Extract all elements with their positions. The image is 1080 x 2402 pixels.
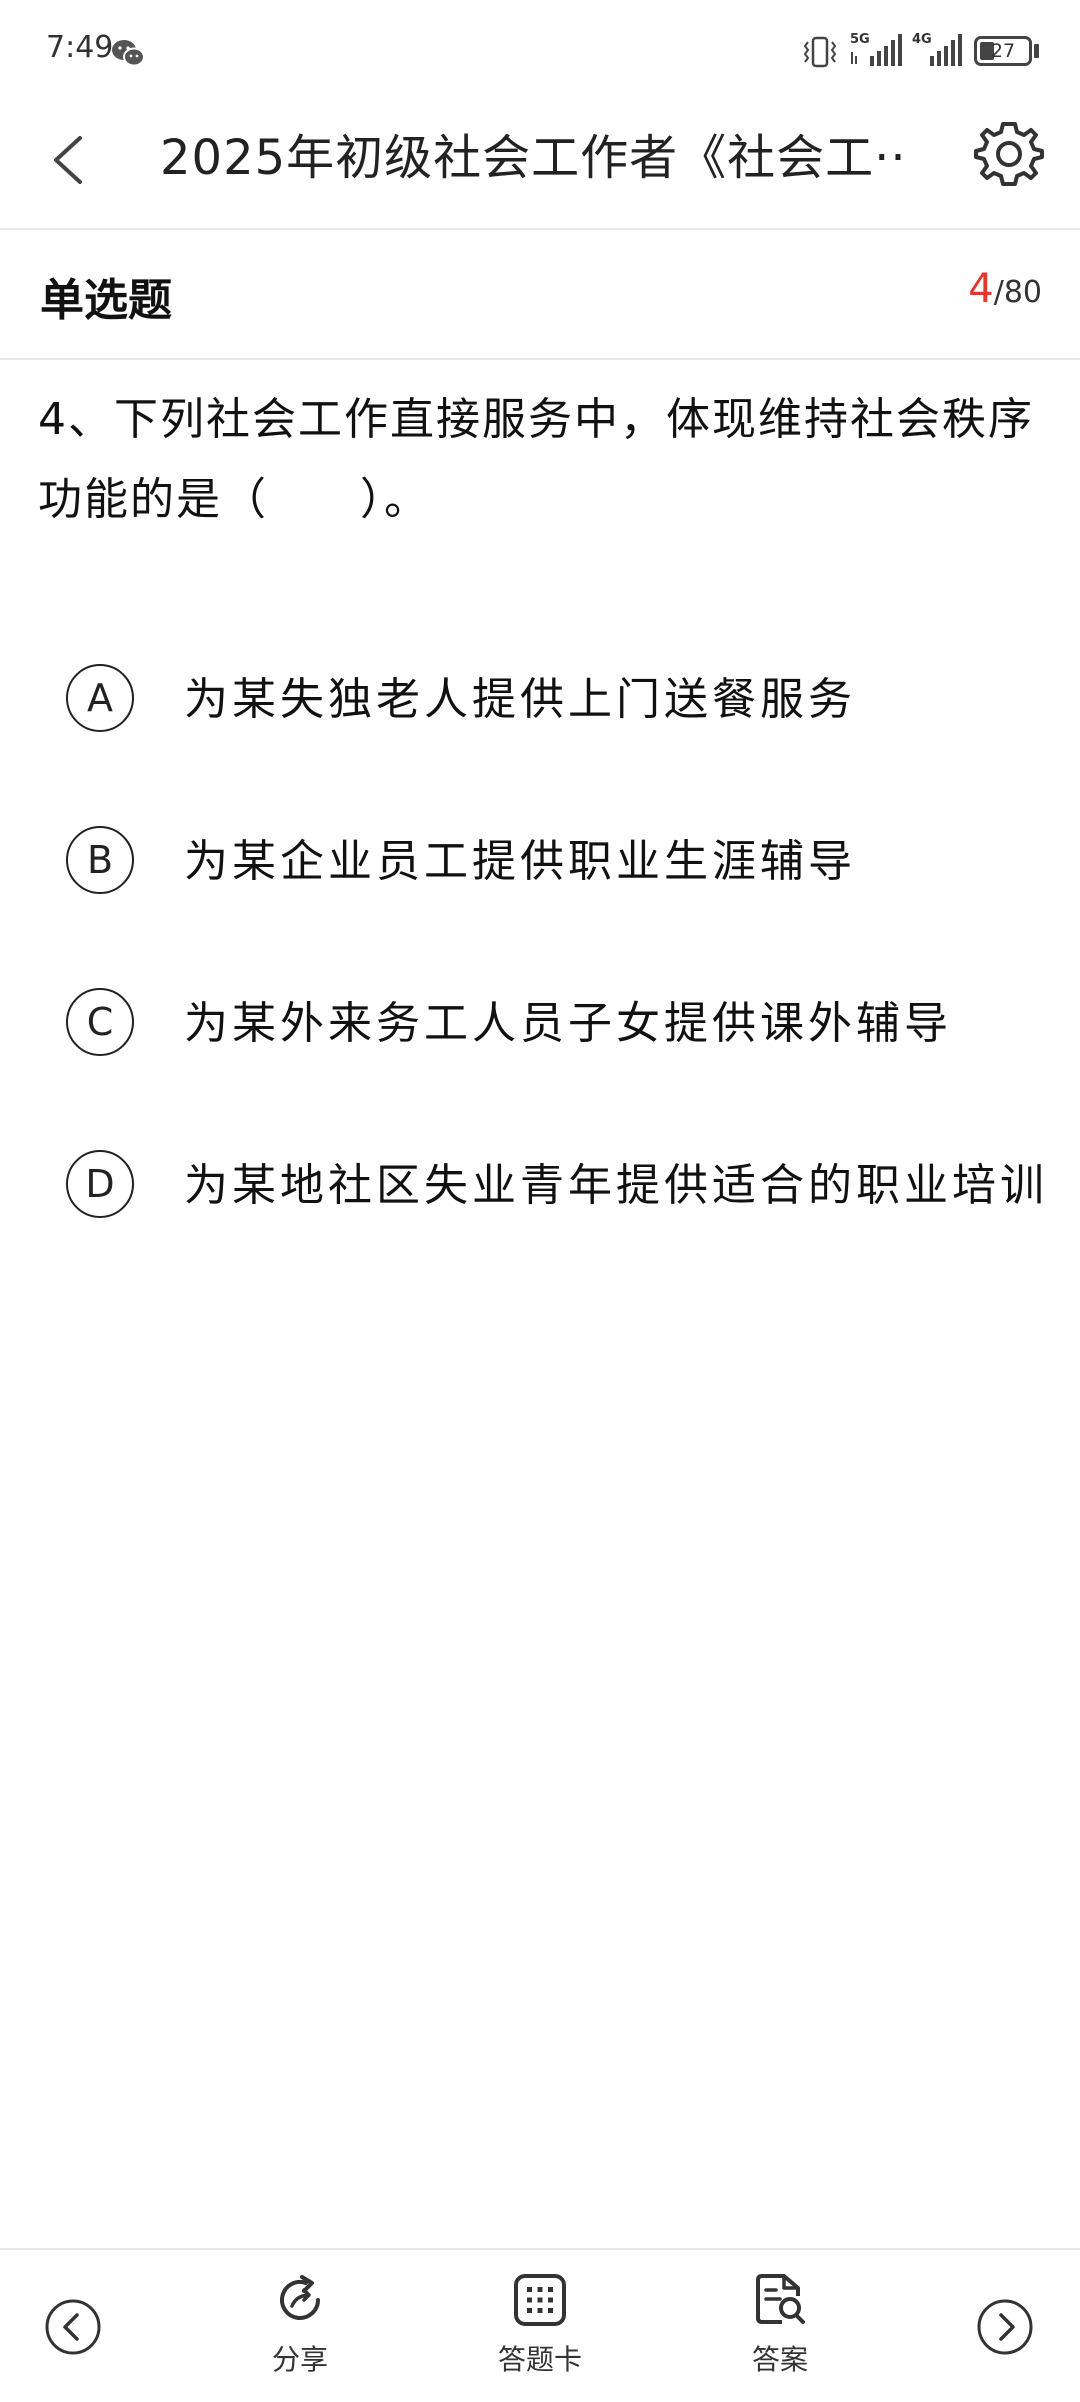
- wechat-icon: [112, 40, 145, 67]
- option-letter-circle: C: [66, 988, 134, 1056]
- signal-5g-icon: 5G: [848, 30, 906, 70]
- share-refresh-icon: [280, 2275, 320, 2320]
- option-b[interactable]: B 为某企业员工提供职业生涯辅导: [60, 818, 1040, 908]
- option-text: 为某外来务工人员子女提供课外辅导: [184, 998, 952, 1049]
- option-c[interactable]: C 为某外来务工人员子女提供课外辅导: [60, 980, 1040, 1070]
- option-letter-circle: D: [66, 1150, 134, 1218]
- answer-button[interactable]: 答案: [710, 2272, 850, 2392]
- battery-cap: [1034, 44, 1039, 58]
- option-letter-circle: A: [66, 664, 134, 732]
- page-title: 2025年初级社会工作者《社会工··: [160, 130, 907, 186]
- circle-chevron-right-icon: [977, 2299, 1033, 2355]
- gear-icon: [974, 122, 1044, 186]
- next-question-button[interactable]: [976, 2298, 1034, 2356]
- header: 2025年初级社会工作者《社会工··: [0, 100, 1080, 230]
- status-time: 7:49: [46, 30, 114, 65]
- circle-chevron-left-icon: [45, 2299, 101, 2355]
- option-letter-circle: B: [66, 826, 134, 894]
- signal-4g-icon: 4G: [912, 30, 964, 70]
- share-button[interactable]: 分享: [230, 2272, 370, 2392]
- vibrate-icon: [803, 36, 837, 68]
- share-label: 分享: [271, 2343, 328, 2376]
- back-button[interactable]: [40, 122, 96, 198]
- battery-icon: 27: [974, 36, 1032, 66]
- bottom-toolbar: 分享 答题卡 答案: [0, 2248, 1080, 2402]
- answer-label: 答案: [751, 2343, 808, 2376]
- option-text: 为某失独老人提供上门送餐服务: [184, 674, 856, 725]
- progress-current: 4: [968, 266, 994, 312]
- option-text: 为某地社区失业青年提供适合的职业培训: [184, 1160, 1048, 1211]
- answer-card-label: 答题卡: [497, 2343, 582, 2376]
- option-d[interactable]: D 为某地社区失业青年提供适合的职业培训: [60, 1142, 1044, 1232]
- question-progress: 4/80: [968, 266, 1042, 312]
- question-type-label: 单选题: [40, 275, 172, 326]
- option-a[interactable]: A 为某失独老人提供上门送餐服务: [60, 656, 1040, 746]
- settings-button[interactable]: [974, 118, 1044, 188]
- answer-card-button[interactable]: 答题卡: [470, 2272, 610, 2392]
- option-text: 为某企业员工提供职业生涯辅导: [184, 836, 856, 887]
- progress-total: /80: [993, 275, 1042, 310]
- battery-level: 27: [990, 40, 1016, 62]
- question-type-bar: 单选题 4/80: [0, 230, 1080, 360]
- document-search-icon: [756, 2274, 805, 2324]
- status-bar: 7:49 5G 4G 27: [0, 0, 1080, 100]
- question-text: 4、下列社会工作直接服务中，体现维持社会秩序功能的是（ ）。: [38, 394, 1034, 525]
- grid-icon: [514, 2274, 566, 2326]
- prev-question-button[interactable]: [44, 2298, 102, 2356]
